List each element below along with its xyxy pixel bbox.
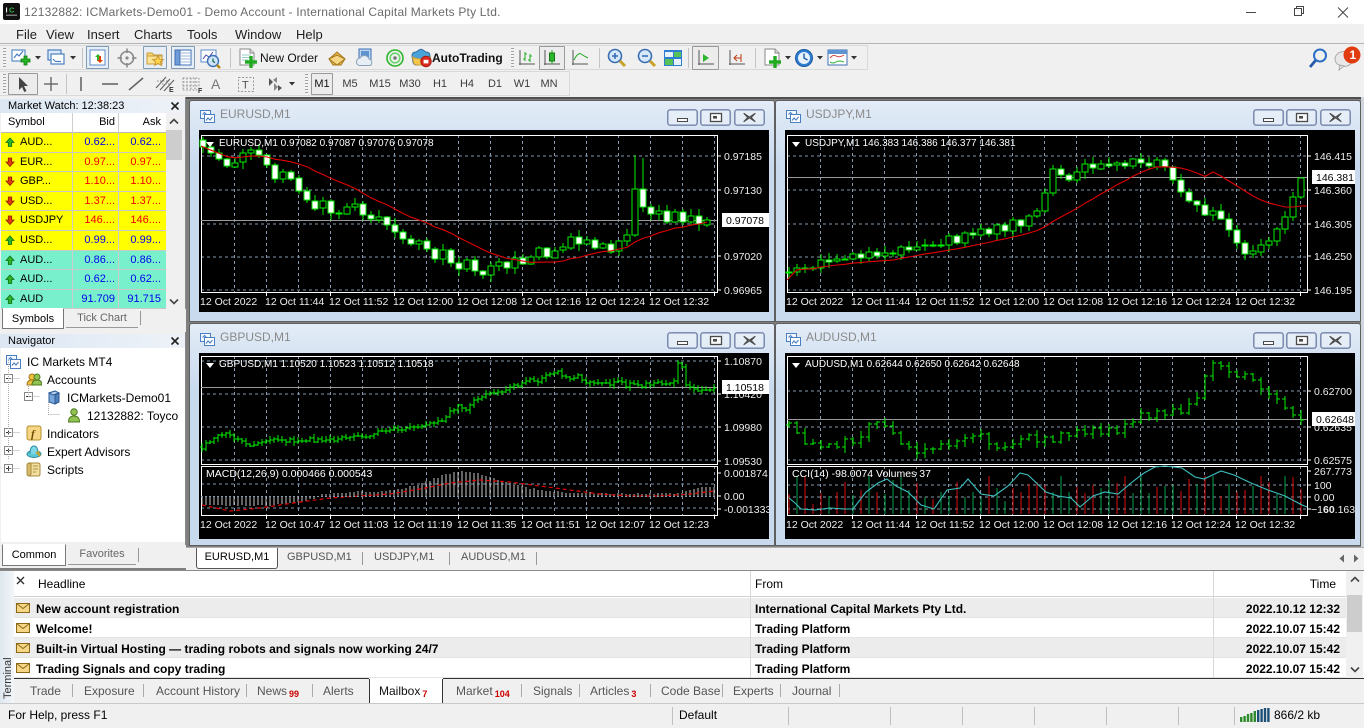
svg-text:T: T (242, 80, 249, 92)
svg-text:12 Oct 11:51: 12 Oct 11:51 (521, 519, 581, 531)
svg-text:12 Oct 12:00: 12 Oct 12:00 (979, 519, 1039, 531)
svg-text:12 Oct 12:16: 12 Oct 12:16 (521, 296, 581, 308)
svg-text:C: C (9, 6, 15, 15)
svg-text:0.001874: 0.001874 (724, 468, 768, 480)
svg-text:12 Oct 12:08: 12 Oct 12:08 (1043, 519, 1103, 531)
svg-text:I: I (6, 6, 8, 15)
svg-text:146.381: 146.381 (1316, 172, 1354, 184)
svg-text:MACD(12,26,9) 0.000466 0.00054: MACD(12,26,9) 0.000466 0.000543 (206, 468, 373, 480)
svg-text:12 Oct 10:47: 12 Oct 10:47 (265, 519, 325, 531)
svg-text:0.97078: 0.97078 (726, 215, 764, 227)
svg-text:USDJPY,M1 146.383 146.386 146: USDJPY,M1 146.383 146.386 146.377 146.38… (805, 138, 1016, 149)
svg-text:1.10518: 1.10518 (726, 382, 764, 394)
svg-text:0.62700: 0.62700 (1314, 386, 1352, 398)
svg-text:146.415: 146.415 (1314, 151, 1352, 163)
svg-text:GBPUSD,M1 1.10520 1.10523 1.1: GBPUSD,M1 1.10520 1.10523 1.10512 1.1051… (219, 359, 434, 370)
svg-text:12 Oct 11:44: 12 Oct 11:44 (851, 296, 911, 308)
svg-text:12 Oct 2022: 12 Oct 2022 (200, 519, 257, 531)
svg-text:0.97130: 0.97130 (724, 185, 762, 197)
svg-text:12 Oct 12:08: 12 Oct 12:08 (1043, 296, 1103, 308)
svg-text:12 Oct 12:24: 12 Oct 12:24 (1171, 296, 1231, 308)
svg-text:12 Oct 2022: 12 Oct 2022 (200, 296, 257, 308)
svg-text:12 Oct 12:32: 12 Oct 12:32 (1235, 519, 1295, 531)
svg-text:12 Oct 2022: 12 Oct 2022 (786, 519, 843, 531)
svg-text:146.360: 146.360 (1314, 185, 1352, 197)
svg-text:12 Oct 2022: 12 Oct 2022 (786, 296, 843, 308)
svg-text:12 Oct 12:24: 12 Oct 12:24 (585, 296, 645, 308)
svg-text:0.62648: 0.62648 (1316, 414, 1354, 426)
svg-text:12 Oct 12:16: 12 Oct 12:16 (1107, 519, 1167, 531)
svg-text:1: 1 (1350, 48, 1357, 62)
svg-text:12 Oct 12:23: 12 Oct 12:23 (649, 519, 709, 531)
svg-text:0.97185: 0.97185 (724, 151, 762, 163)
svg-text:12 Oct 12:32: 12 Oct 12:32 (1235, 296, 1295, 308)
svg-text:12 Oct 11:52: 12 Oct 11:52 (329, 296, 389, 308)
svg-text:12 Oct 12:07: 12 Oct 12:07 (585, 519, 645, 531)
svg-text:0.00: 0.00 (1314, 492, 1335, 504)
svg-text:12 Oct 12:00: 12 Oct 12:00 (979, 296, 1039, 308)
svg-text:267.773: 267.773 (1314, 466, 1352, 478)
svg-text:146.305: 146.305 (1314, 219, 1352, 231)
svg-text:12 Oct 12:08: 12 Oct 12:08 (457, 296, 517, 308)
svg-text:0.00: 0.00 (724, 491, 745, 503)
svg-text:12 Oct 12:24: 12 Oct 12:24 (1171, 519, 1231, 531)
svg-text:CCI(14) -98.0074 Volumes 37: CCI(14) -98.0074 Volumes 37 (792, 468, 931, 480)
svg-text:12 Oct 12:16: 12 Oct 12:16 (1107, 296, 1167, 308)
svg-text:12 Oct 11:52: 12 Oct 11:52 (915, 519, 975, 531)
svg-text:12 Oct 11:44: 12 Oct 11:44 (265, 296, 325, 308)
svg-text:12 Oct 11:03: 12 Oct 11:03 (329, 519, 389, 531)
svg-text:12 Oct 12:00: 12 Oct 12:00 (393, 296, 453, 308)
svg-text:EURUSD,M1 0.97082 0.97087 0.9: EURUSD,M1 0.97082 0.97087 0.97076 0.9707… (219, 138, 434, 149)
svg-text:100: 100 (1314, 480, 1332, 492)
svg-text:1.09980: 1.09980 (724, 422, 762, 434)
svg-text:F: F (198, 88, 203, 94)
svg-text:12 Oct 11:19: 12 Oct 11:19 (393, 519, 453, 531)
svg-text:146.195: 146.195 (1314, 285, 1352, 297)
svg-text:AUDUSD,M1 0.62644 0.62650 0.6: AUDUSD,M1 0.62644 0.62650 0.62642 0.6264… (805, 359, 1020, 370)
svg-text:12 Oct 11:35: 12 Oct 11:35 (457, 519, 517, 531)
svg-text:0.97020: 0.97020 (724, 251, 762, 263)
svg-text:12 Oct 11:44: 12 Oct 11:44 (851, 519, 911, 531)
svg-text:146.250: 146.250 (1314, 251, 1352, 263)
svg-text:1.09530: 1.09530 (724, 456, 762, 468)
svg-text:1.10870: 1.10870 (724, 356, 762, 368)
svg-text:12 Oct 11:52: 12 Oct 11:52 (915, 296, 975, 308)
svg-text:−160.1638: −160.1638 (1311, 504, 1355, 516)
svg-text:-0.001333: -0.001333 (724, 504, 769, 516)
svg-text:E: E (169, 87, 174, 94)
svg-text:12 Oct 12:32: 12 Oct 12:32 (649, 296, 709, 308)
svg-text:0.96965: 0.96965 (724, 285, 762, 297)
